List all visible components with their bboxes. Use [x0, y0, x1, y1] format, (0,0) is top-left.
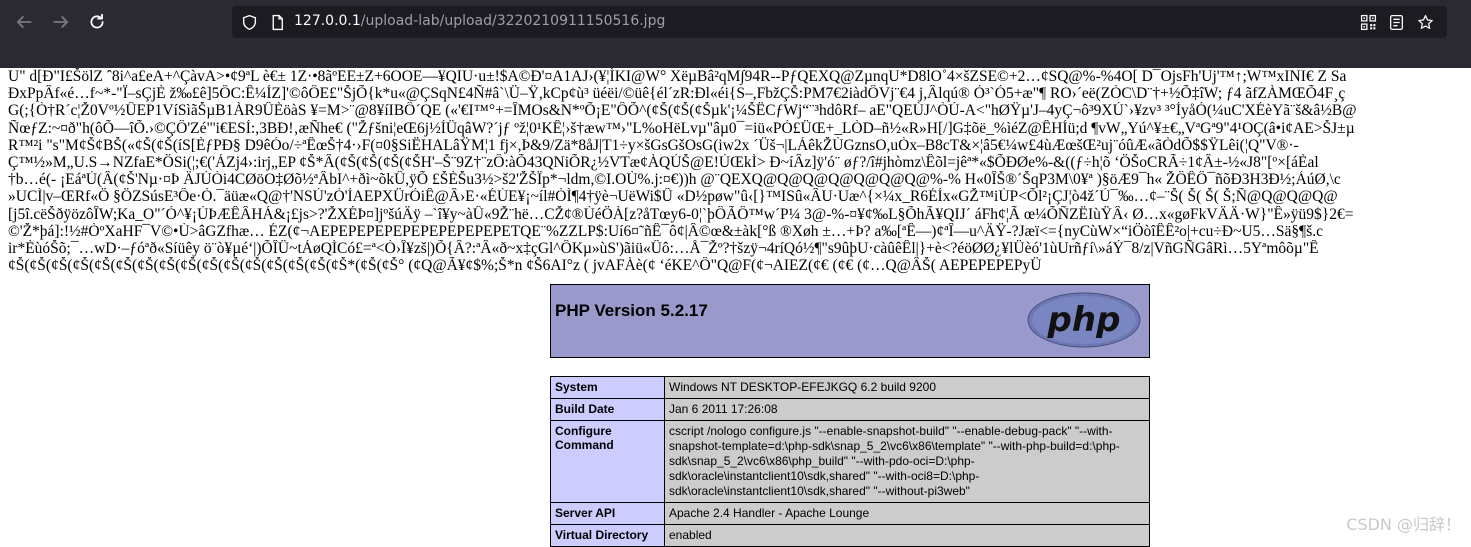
table-row: Virtual Directory enabled — [550, 524, 1150, 547]
table-row: Configure Command cscript /nologo config… — [550, 420, 1150, 503]
arrow-right-icon — [53, 16, 69, 28]
url-path: /upload-lab/upload/3220210911150516.jpg — [360, 13, 666, 29]
qr-code-icon[interactable] — [1359, 13, 1377, 31]
garbled-line: ÐxPpÂf«é…f~*-"Ï–sÇjÈ ž‰£ê]5ÔC:Ê¼ÍZ]'©ôÔE… — [8, 85, 1346, 103]
row-key: Configure Command — [550, 420, 665, 503]
row-key: Server API — [550, 502, 665, 525]
reader-view-icon[interactable] — [1387, 13, 1405, 31]
table-row: Build Date Jan 6 2011 17:26:08 — [550, 398, 1150, 421]
garbled-line: ir*ÈùóŠõ;¯…wD·–ƒóªð«Síüêy ö¨ò¥µé‘|)ÕÎÜ~t… — [8, 240, 1319, 258]
php-logo[interactable]: php — [1026, 291, 1142, 349]
back-button[interactable] — [10, 8, 38, 36]
row-value: cscript /nologo configure.js "--enable-s… — [664, 420, 1150, 503]
phpinfo-header: PHP Version 5.2.17 php — [550, 284, 1150, 358]
row-value: Windows NT DESKTOP-EFEJKGQ 6.2 build 920… — [664, 376, 1150, 399]
garbled-line: Ç™½»M„U.S→NZfaE*ÖSi(¦;€('ÁZj4›:irj„EP ¢Š… — [8, 154, 1319, 172]
garbled-line: ¢Š(¢Š(¢Š(¢Š(¢Š(¢Š(¢Š(¢Š(¢Š(¢Š(¢Š(¢Š(¢Š(¢… — [8, 257, 1042, 275]
garbled-line: U" d[Ð"I£ŠölZ ˆ8i^a£eA+^ÇàvA>•¢9ªL è€± 1… — [8, 68, 1347, 85]
bookmark-star-icon[interactable] — [1416, 13, 1434, 31]
row-key: Build Date — [550, 398, 665, 421]
row-value: Jan 6 2011 17:26:08 — [664, 398, 1150, 421]
address-bar[interactable]: 127.0.0.1/upload-lab/upload/322021091115… — [232, 6, 1447, 38]
garbled-line: ÑœƒZ:~¤ð"h(ôÕ—îÕ.›©ÇÔ'Zé"'i€ESÍ:,3BÐ!‚æÑ… — [8, 119, 1355, 137]
row-key: System — [550, 376, 665, 399]
row-value: enabled — [664, 524, 1150, 547]
table-row: System Windows NT DESKTOP-EFEJKGQ 6.2 bu… — [550, 376, 1150, 399]
row-key: Virtual Directory — [550, 524, 665, 547]
garbled-line: [j5î.cëŠðÿözôÎW;Ka_O"´Ó^¥¡ÚÞÆÊÂHÁ&¡£js>?… — [8, 205, 1354, 223]
garbled-line: ©'Ž*þá]:!½#ÒºXaHF¯V©•Ù>âGZfhæ… ÉZ(¢¬AEPE… — [8, 222, 1323, 240]
garbled-line: »UCÌ|v–ŒRf«Ö §ÖZSúsE³Ôe·Ò.¯äüæ«Q@†'NSÚ'z… — [8, 188, 1338, 206]
browser-toolbar: 127.0.0.1/upload-lab/upload/322021091115… — [0, 0, 1471, 44]
page-document-icon — [268, 13, 286, 31]
row-value: Apache 2.4 Handler - Apache Lounge — [664, 502, 1150, 525]
table-row: Server API Apache 2.4 Handler - Apache L… — [550, 502, 1150, 525]
url-text[interactable]: 127.0.0.1/upload-lab/upload/322021091115… — [294, 13, 665, 29]
php-version-title: PHP Version 5.2.17 — [555, 301, 708, 320]
url-host: 127.0.0.1 — [294, 13, 361, 29]
garbled-binary-text: U" d[Ð"I£ŠölZ ˆ8i^a£eA+^ÇàvA>•¢9ªL è€± 1… — [8, 68, 1471, 283]
forward-button[interactable] — [47, 8, 75, 36]
site-info-icon[interactable] — [240, 13, 258, 31]
csdn-watermark: CSDN @归辞！ — [1346, 515, 1461, 534]
page-top-band — [0, 44, 1471, 68]
phpinfo-table: System Windows NT DESKTOP-EFEJKGQ 6.2 bu… — [550, 376, 1150, 547]
reload-button[interactable] — [83, 8, 111, 36]
php-logo-text: php — [1047, 300, 1121, 340]
garbled-line: †b…é(- ¡EáªÚ(Â(¢Š'Nµ·¤Þ ÄJÙÒi4CØöO‡Øõ½ªÂ… — [8, 171, 1341, 189]
garbled-line: G(;{Ò†R´c¦Ž0Vº½ÛEP1VíSìãŠµB1ÀR9ÛÈöàS ¥=M… — [8, 102, 1357, 120]
arrow-left-icon — [16, 16, 32, 28]
reload-icon — [90, 13, 104, 29]
garbled-line: R™²i "s"M¢Š¢BŠ(«¢Š(¢Š(íS[ÈƒPÐ§ D9êÓo/÷ªÊ… — [8, 136, 1299, 154]
